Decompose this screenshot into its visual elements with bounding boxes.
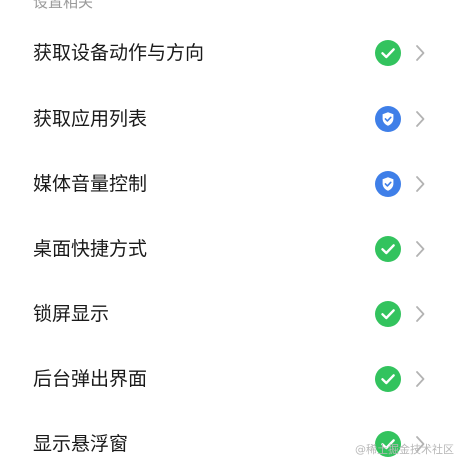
permission-row-desktop-shortcut[interactable]: 桌面快捷方式 [0, 218, 460, 280]
permission-label: 桌面快捷方式 [33, 238, 148, 260]
check-circle-icon [375, 431, 401, 457]
chevron-right-icon[interactable] [414, 44, 426, 62]
shield-check-icon [375, 106, 401, 132]
permission-row-background-popup[interactable]: 后台弹出界面 [0, 348, 460, 410]
permission-row-media-volume[interactable]: 媒体音量控制 [0, 153, 460, 215]
check-circle-icon [375, 40, 401, 66]
permission-label: 获取应用列表 [33, 108, 148, 130]
permission-label: 媒体音量控制 [33, 173, 148, 195]
chevron-right-icon[interactable] [414, 435, 426, 453]
check-circle-icon [375, 236, 401, 262]
permission-row-lock-screen[interactable]: 锁屏显示 [0, 283, 460, 345]
section-header: 设置相关 [33, 0, 94, 11]
permission-row-app-list[interactable]: 获取应用列表 [0, 88, 460, 150]
chevron-right-icon[interactable] [414, 240, 426, 258]
permission-row-floating-window[interactable]: 显示悬浮窗 [0, 413, 460, 475]
check-circle-icon [375, 366, 401, 392]
chevron-right-icon[interactable] [414, 110, 426, 128]
permission-label: 获取设备动作与方向 [33, 42, 205, 64]
chevron-right-icon[interactable] [414, 370, 426, 388]
chevron-right-icon[interactable] [414, 305, 426, 323]
shield-check-icon [375, 171, 401, 197]
permission-row-motion[interactable]: 获取设备动作与方向 [0, 22, 460, 84]
check-circle-icon [375, 301, 401, 327]
permission-label: 后台弹出界面 [33, 368, 148, 390]
chevron-right-icon[interactable] [414, 175, 426, 193]
permission-label: 锁屏显示 [33, 303, 110, 325]
permission-label: 显示悬浮窗 [33, 433, 129, 455]
